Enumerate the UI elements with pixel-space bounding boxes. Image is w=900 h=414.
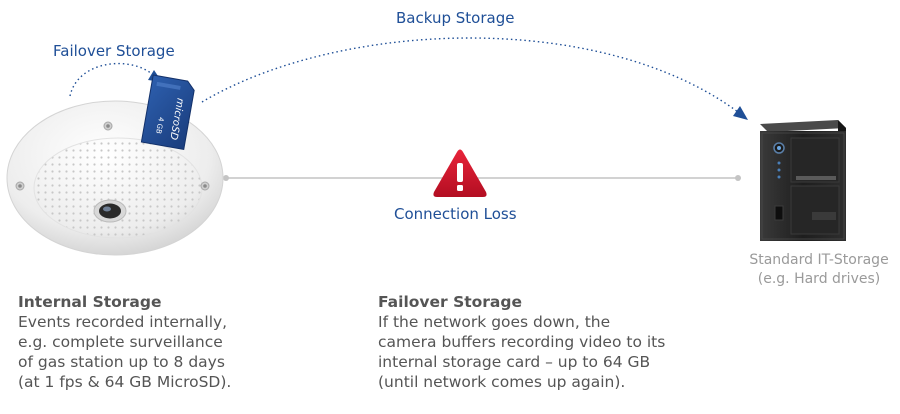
failover-storage-line: camera buffers recording video to its	[378, 333, 666, 351]
failover-storage-description: Failover Storage If the network goes dow…	[378, 292, 738, 392]
failover-arc	[69, 62, 162, 97]
warning-icon	[433, 149, 487, 197]
failover-storage-title: Failover Storage	[378, 293, 523, 311]
connection-loss-label: Connection Loss	[394, 205, 517, 223]
internal-storage-line: Events recorded internally,	[18, 313, 228, 331]
backup-arc	[201, 37, 748, 120]
camera-image	[6, 100, 224, 256]
internal-storage-description: Internal Storage Events recorded interna…	[18, 292, 358, 392]
failover-storage-line: internal storage card – up to 64 GB	[378, 353, 651, 371]
storage-device-image	[760, 120, 846, 241]
failover-storage-label: Failover Storage	[53, 42, 175, 60]
failover-storage-line: (until network comes up again).	[378, 373, 626, 391]
internal-storage-line: (at 1 fps & 64 GB MicroSD).	[18, 373, 232, 391]
storage-device-label-line1: Standard IT-Storage	[749, 252, 889, 268]
internal-storage-line: of gas station up to 8 days	[18, 353, 225, 371]
backup-storage-label: Backup Storage	[396, 9, 515, 27]
storage-device-label: Standard IT-Storage (e.g. Hard drives)	[738, 251, 900, 289]
internal-storage-line: e.g. complete surveillance	[18, 333, 223, 351]
internal-storage-title: Internal Storage	[18, 293, 162, 311]
connection-line	[223, 175, 741, 181]
storage-device-label-line2: (e.g. Hard drives)	[757, 271, 881, 287]
failover-storage-line: If the network goes down, the	[378, 313, 611, 331]
